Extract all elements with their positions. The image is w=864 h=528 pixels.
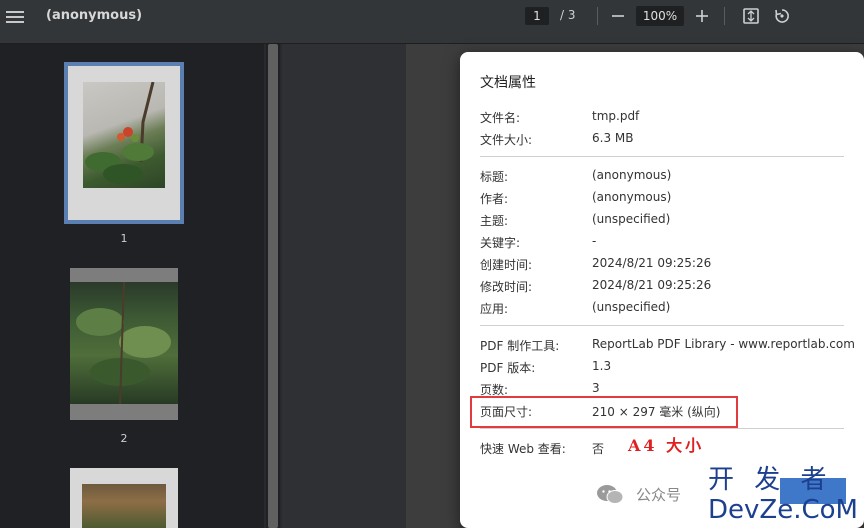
thumbnail-label: 1: [120, 232, 128, 245]
property-key: PDF 制作工具:: [480, 339, 560, 353]
property-key: 文件大小:: [480, 133, 533, 147]
page-number-input[interactable]: 1: [525, 7, 549, 25]
toolbar-divider: [724, 7, 725, 25]
property-key: 应用:: [480, 302, 509, 316]
rotate-icon[interactable]: [772, 6, 792, 26]
thumbnail-label: 2: [120, 432, 128, 445]
document-title: (anonymous): [46, 8, 143, 23]
property-value: 2024/8/21 09:25:26: [592, 278, 712, 292]
property-value: 6.3 MB: [592, 131, 634, 145]
page-total: / 3: [560, 8, 576, 22]
property-key: 关键字:: [480, 236, 521, 250]
thumbnail-image: [82, 484, 166, 528]
document-properties-dialog: 文档属性 文件名: tmp.pdf 文件大小: 6.3 MB 标题: (anonymo…: [460, 52, 864, 528]
property-value: tmp.pdf: [592, 109, 640, 123]
divider: [480, 428, 844, 429]
property-key: 修改时间:: [480, 280, 533, 294]
logo-bottom-text: DevZe.CoM: [708, 495, 858, 524]
zoom-in-icon[interactable]: [692, 6, 712, 26]
property-key: 标题:: [480, 170, 509, 184]
fit-page-icon[interactable]: [741, 6, 761, 26]
thumbnail-image: [70, 281, 178, 405]
property-key: 文件名:: [480, 111, 521, 125]
thumbnail-page-2[interactable]: [70, 268, 178, 420]
property-key: 作者:: [480, 192, 509, 206]
watermark-text: 公众号: [636, 486, 682, 504]
divider: [480, 325, 844, 326]
thumbnail-page-3[interactable]: [70, 468, 178, 528]
divider: [480, 156, 844, 157]
devze-logo: 开 发 者 DevZe.CoM: [708, 462, 858, 525]
property-value: -: [592, 234, 597, 248]
property-key: 主题:: [480, 214, 509, 228]
property-value: (unspecified): [592, 212, 671, 226]
property-key: PDF 版本:: [480, 361, 536, 375]
wechat-icon: [596, 484, 624, 506]
property-value: (anonymous): [592, 168, 672, 182]
property-value: 否: [592, 442, 605, 456]
zoom-level[interactable]: 100%: [636, 6, 684, 26]
annotation-text: A4 大小: [628, 436, 705, 455]
thumbnail-page-1[interactable]: [64, 62, 184, 224]
zoom-out-icon[interactable]: [608, 6, 628, 26]
highlight-box: [470, 396, 738, 428]
property-value: 1.3: [592, 359, 612, 373]
property-value: (anonymous): [592, 190, 672, 204]
property-key: 创建时间:: [480, 258, 533, 272]
property-value: 3: [592, 381, 600, 395]
logo-top-text: 开 发 者: [708, 465, 833, 495]
dialog-title: 文档属性: [480, 75, 536, 91]
menu-icon[interactable]: [6, 8, 24, 24]
thumbnail-image: [83, 81, 165, 188]
property-value: 2024/8/21 09:25:26: [592, 256, 712, 270]
property-value: (unspecified): [592, 300, 671, 314]
property-value: ReportLab PDF Library - www.reportlab.co…: [592, 337, 855, 351]
sidebar-scrollbar-thumb[interactable]: [268, 44, 278, 528]
property-key: 快速 Web 查看:: [480, 442, 566, 456]
toolbar-divider: [597, 7, 598, 25]
toolbar: (anonymous) 1 / 3 100%: [0, 0, 864, 44]
